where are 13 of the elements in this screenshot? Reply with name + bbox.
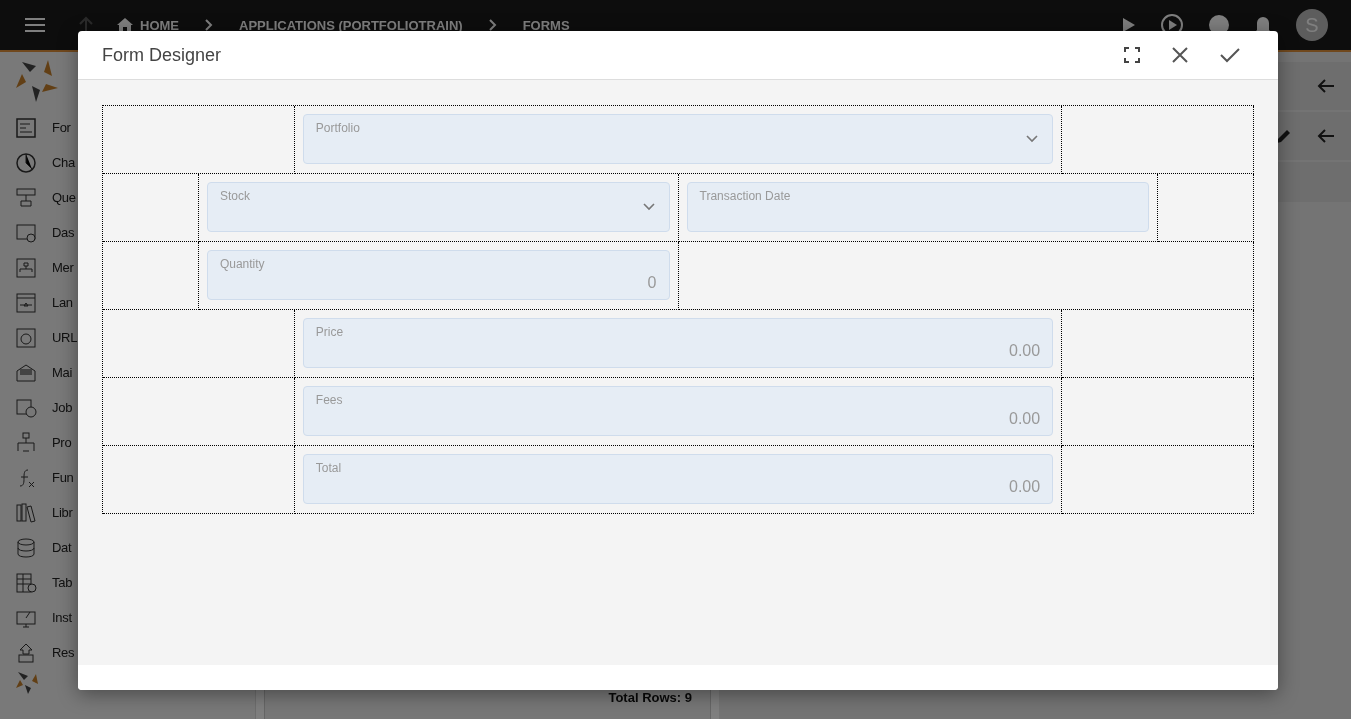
field-label: Portfolio <box>315 121 360 135</box>
field-label: Stock <box>219 189 250 203</box>
field-value: 0.00 <box>1009 410 1041 428</box>
field-value: 0 <box>647 274 657 292</box>
field-label: Fees <box>315 393 343 407</box>
field-value: 0.00 <box>1009 478 1041 496</box>
field-label: Quantity <box>219 257 265 271</box>
field-label: Total <box>315 461 342 475</box>
total-rows: Total Rows: 9 <box>265 690 710 719</box>
field-label: Price <box>315 325 344 339</box>
field-label: Transaction Date <box>699 189 791 203</box>
field-value: 0.00 <box>1009 342 1041 360</box>
dialog-title: Form Designer <box>102 44 222 66</box>
